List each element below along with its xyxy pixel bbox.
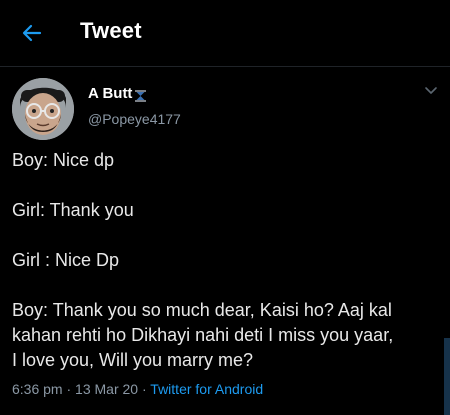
chevron-down-icon [425, 87, 437, 94]
avatar[interactable] [12, 78, 74, 140]
header-divider [0, 66, 450, 67]
tweet-line-blank [12, 273, 442, 298]
tweet-line-blank [12, 223, 442, 248]
tweet-metadata: 6:36 pm · 13 Mar 20 · Twitter for Androi… [12, 381, 263, 397]
author-name-text: A Butt [88, 85, 133, 102]
hourglass-emoji-icon [135, 89, 147, 102]
tweet-line-blank [12, 173, 442, 198]
meta-separator: · [138, 381, 151, 397]
arrow-left-icon [22, 24, 42, 42]
page-title: Tweet [80, 18, 142, 43]
tweet-text: Boy: Nice dp Girl: Thank you Girl : Nice… [12, 148, 442, 373]
author-handle[interactable]: @Popeye4177 [88, 111, 181, 127]
tweet-source-link[interactable]: Twitter for Android [150, 381, 263, 397]
tweet-line: Girl: Thank you [12, 200, 134, 220]
tweet-time: 6:36 pm [12, 381, 63, 397]
tweet-date: 13 Mar 20 [75, 381, 139, 397]
tweet-line: kahan rehti ho Dikhayi nahi deti I miss … [12, 325, 394, 345]
tweet-line: Girl : Nice Dp [12, 250, 120, 270]
more-options-button[interactable] [424, 84, 438, 96]
tweet-line: Boy: Thank you so much dear, Kaisi ho? A… [12, 300, 392, 320]
meta-separator: · [62, 381, 76, 397]
scroll-indicator [444, 338, 450, 415]
tweet-line: I love you, Will you marry me? [12, 350, 254, 370]
tweet-detail-screen: Tweet A Butt @Popeye4177 Boy: Nice dp Gi… [0, 0, 450, 415]
author-name[interactable]: A Butt [88, 85, 147, 102]
tweet-line: Boy: Nice dp [12, 150, 115, 170]
back-button[interactable] [18, 19, 46, 47]
top-app-bar: Tweet [0, 0, 450, 66]
profile-photo [12, 78, 74, 140]
